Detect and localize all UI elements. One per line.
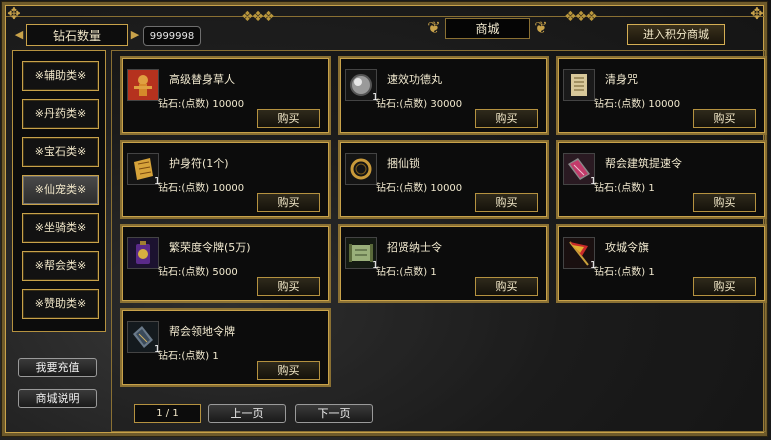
category-sponsor[interactable]: ※赞助类※ <box>22 289 99 319</box>
shop-item-card: 捆仙锁 钻石:(点数) 10000 购买 <box>338 140 549 219</box>
item-price: 钻石:(点数) 10000 <box>594 99 681 110</box>
page-title: 商城 <box>445 18 530 39</box>
shop-item-card: 清身咒 钻石:(点数) 10000 购买 <box>556 56 767 135</box>
item-price: 钻石:(点数) 5000 <box>158 267 238 278</box>
category-pets[interactable]: ※仙宠类※ <box>22 175 99 205</box>
item-price: 钻石:(点数) 1 <box>376 267 437 278</box>
buy-button[interactable]: 购买 <box>693 277 756 296</box>
page-indicator: 1 / 1 <box>134 404 201 423</box>
item-name: 繁荣度令牌(5万) <box>169 241 251 254</box>
buy-button[interactable]: 购买 <box>257 193 320 212</box>
diamond-count: 9999998 <box>143 26 201 46</box>
item-name: 高级替身草人 <box>169 73 235 86</box>
buy-button[interactable]: 购买 <box>475 109 538 128</box>
buy-button[interactable]: 购买 <box>257 361 320 380</box>
points-shop-button[interactable]: 进入积分商城 <box>627 24 725 45</box>
shop-item-card: 1 速效功德丸 钻石:(点数) 30000 购买 <box>338 56 549 135</box>
diamond-label-box: ◀ 钻石数量 ▶ <box>14 24 140 46</box>
prev-page-button[interactable]: 上一页 <box>208 404 286 423</box>
corner-ornament-icon: ✥ <box>750 4 764 23</box>
shop-item-card: 1 攻城令旗 钻石:(点数) 1 购买 <box>556 224 767 303</box>
border-ornament-icon: ❖❖❖ <box>564 9 598 25</box>
category-gems[interactable]: ※宝石类※ <box>22 137 99 167</box>
shop-help-button[interactable]: 商城说明 <box>18 389 97 408</box>
item-name: 护身符(1个) <box>169 157 229 170</box>
buy-button[interactable]: 购买 <box>475 277 538 296</box>
shop-item-card: 1 帮会建筑提速令 钻石:(点数) 1 购买 <box>556 140 767 219</box>
category-pills[interactable]: ※丹药类※ <box>22 99 99 129</box>
item-name: 帮会领地令牌 <box>169 325 235 338</box>
shop-item-card: 1 招贤纳士令 钻石:(点数) 1 购买 <box>338 224 549 303</box>
border-ornament-icon: ❖❖❖ <box>241 9 275 25</box>
item-name: 清身咒 <box>605 73 638 86</box>
next-page-button[interactable]: 下一页 <box>295 404 373 423</box>
scroll-icon <box>563 69 595 101</box>
diamond-label: 钻石数量 <box>26 24 128 46</box>
shop-item-card: 1 帮会领地令牌 钻石:(点数) 1 购买 <box>120 308 331 387</box>
item-name: 速效功德丸 <box>387 73 442 86</box>
top-border <box>6 6 765 17</box>
pouch-icon <box>127 237 159 269</box>
item-price: 钻石:(点数) 1 <box>158 351 219 362</box>
item-name: 帮会建筑提速令 <box>605 157 682 170</box>
item-price: 钻石:(点数) 30000 <box>376 99 463 110</box>
item-price: 钻石:(点数) 10000 <box>158 183 245 194</box>
category-sidebar: ※辅助类※ ※丹药类※ ※宝石类※ ※仙宠类※ ※坐骑类※ ※帮会类※ ※赞助类… <box>12 50 106 332</box>
category-mounts[interactable]: ※坐骑类※ <box>22 213 99 243</box>
shop-item-card: 繁荣度令牌(5万) 钻石:(点数) 5000 购买 <box>120 224 331 303</box>
corner-ornament-icon: ✥ <box>7 4 21 23</box>
shop-item-card: 1 护身符(1个) 钻石:(点数) 10000 购买 <box>120 140 331 219</box>
category-guild[interactable]: ※帮会类※ <box>22 251 99 281</box>
buy-button[interactable]: 购买 <box>257 109 320 128</box>
title-ornament-icon: ❦ <box>534 18 548 37</box>
buy-button[interactable]: 购买 <box>693 193 756 212</box>
recharge-button[interactable]: 我要充值 <box>18 358 97 377</box>
buy-button[interactable]: 购买 <box>257 277 320 296</box>
arrow-right-icon: ▶ <box>130 28 140 41</box>
buy-button[interactable]: 购买 <box>693 109 756 128</box>
item-name: 捆仙锁 <box>387 157 420 170</box>
shop-item-card: 高级替身草人 钻石:(点数) 10000 购买 <box>120 56 331 135</box>
arrow-left-icon: ◀ <box>14 28 24 41</box>
item-price: 钻石:(点数) 1 <box>594 183 655 194</box>
title-ornament-icon: ❦ <box>427 18 441 37</box>
straw-doll-icon <box>127 69 159 101</box>
item-price: 钻石:(点数) 1 <box>594 267 655 278</box>
buy-button[interactable]: 购买 <box>475 193 538 212</box>
ring-lock-icon <box>345 153 377 185</box>
item-name: 招贤纳士令 <box>387 241 442 254</box>
item-name: 攻城令旗 <box>605 241 649 254</box>
category-assist[interactable]: ※辅助类※ <box>22 61 99 91</box>
item-price: 钻石:(点数) 10000 <box>376 183 463 194</box>
item-price: 钻石:(点数) 10000 <box>158 99 245 110</box>
